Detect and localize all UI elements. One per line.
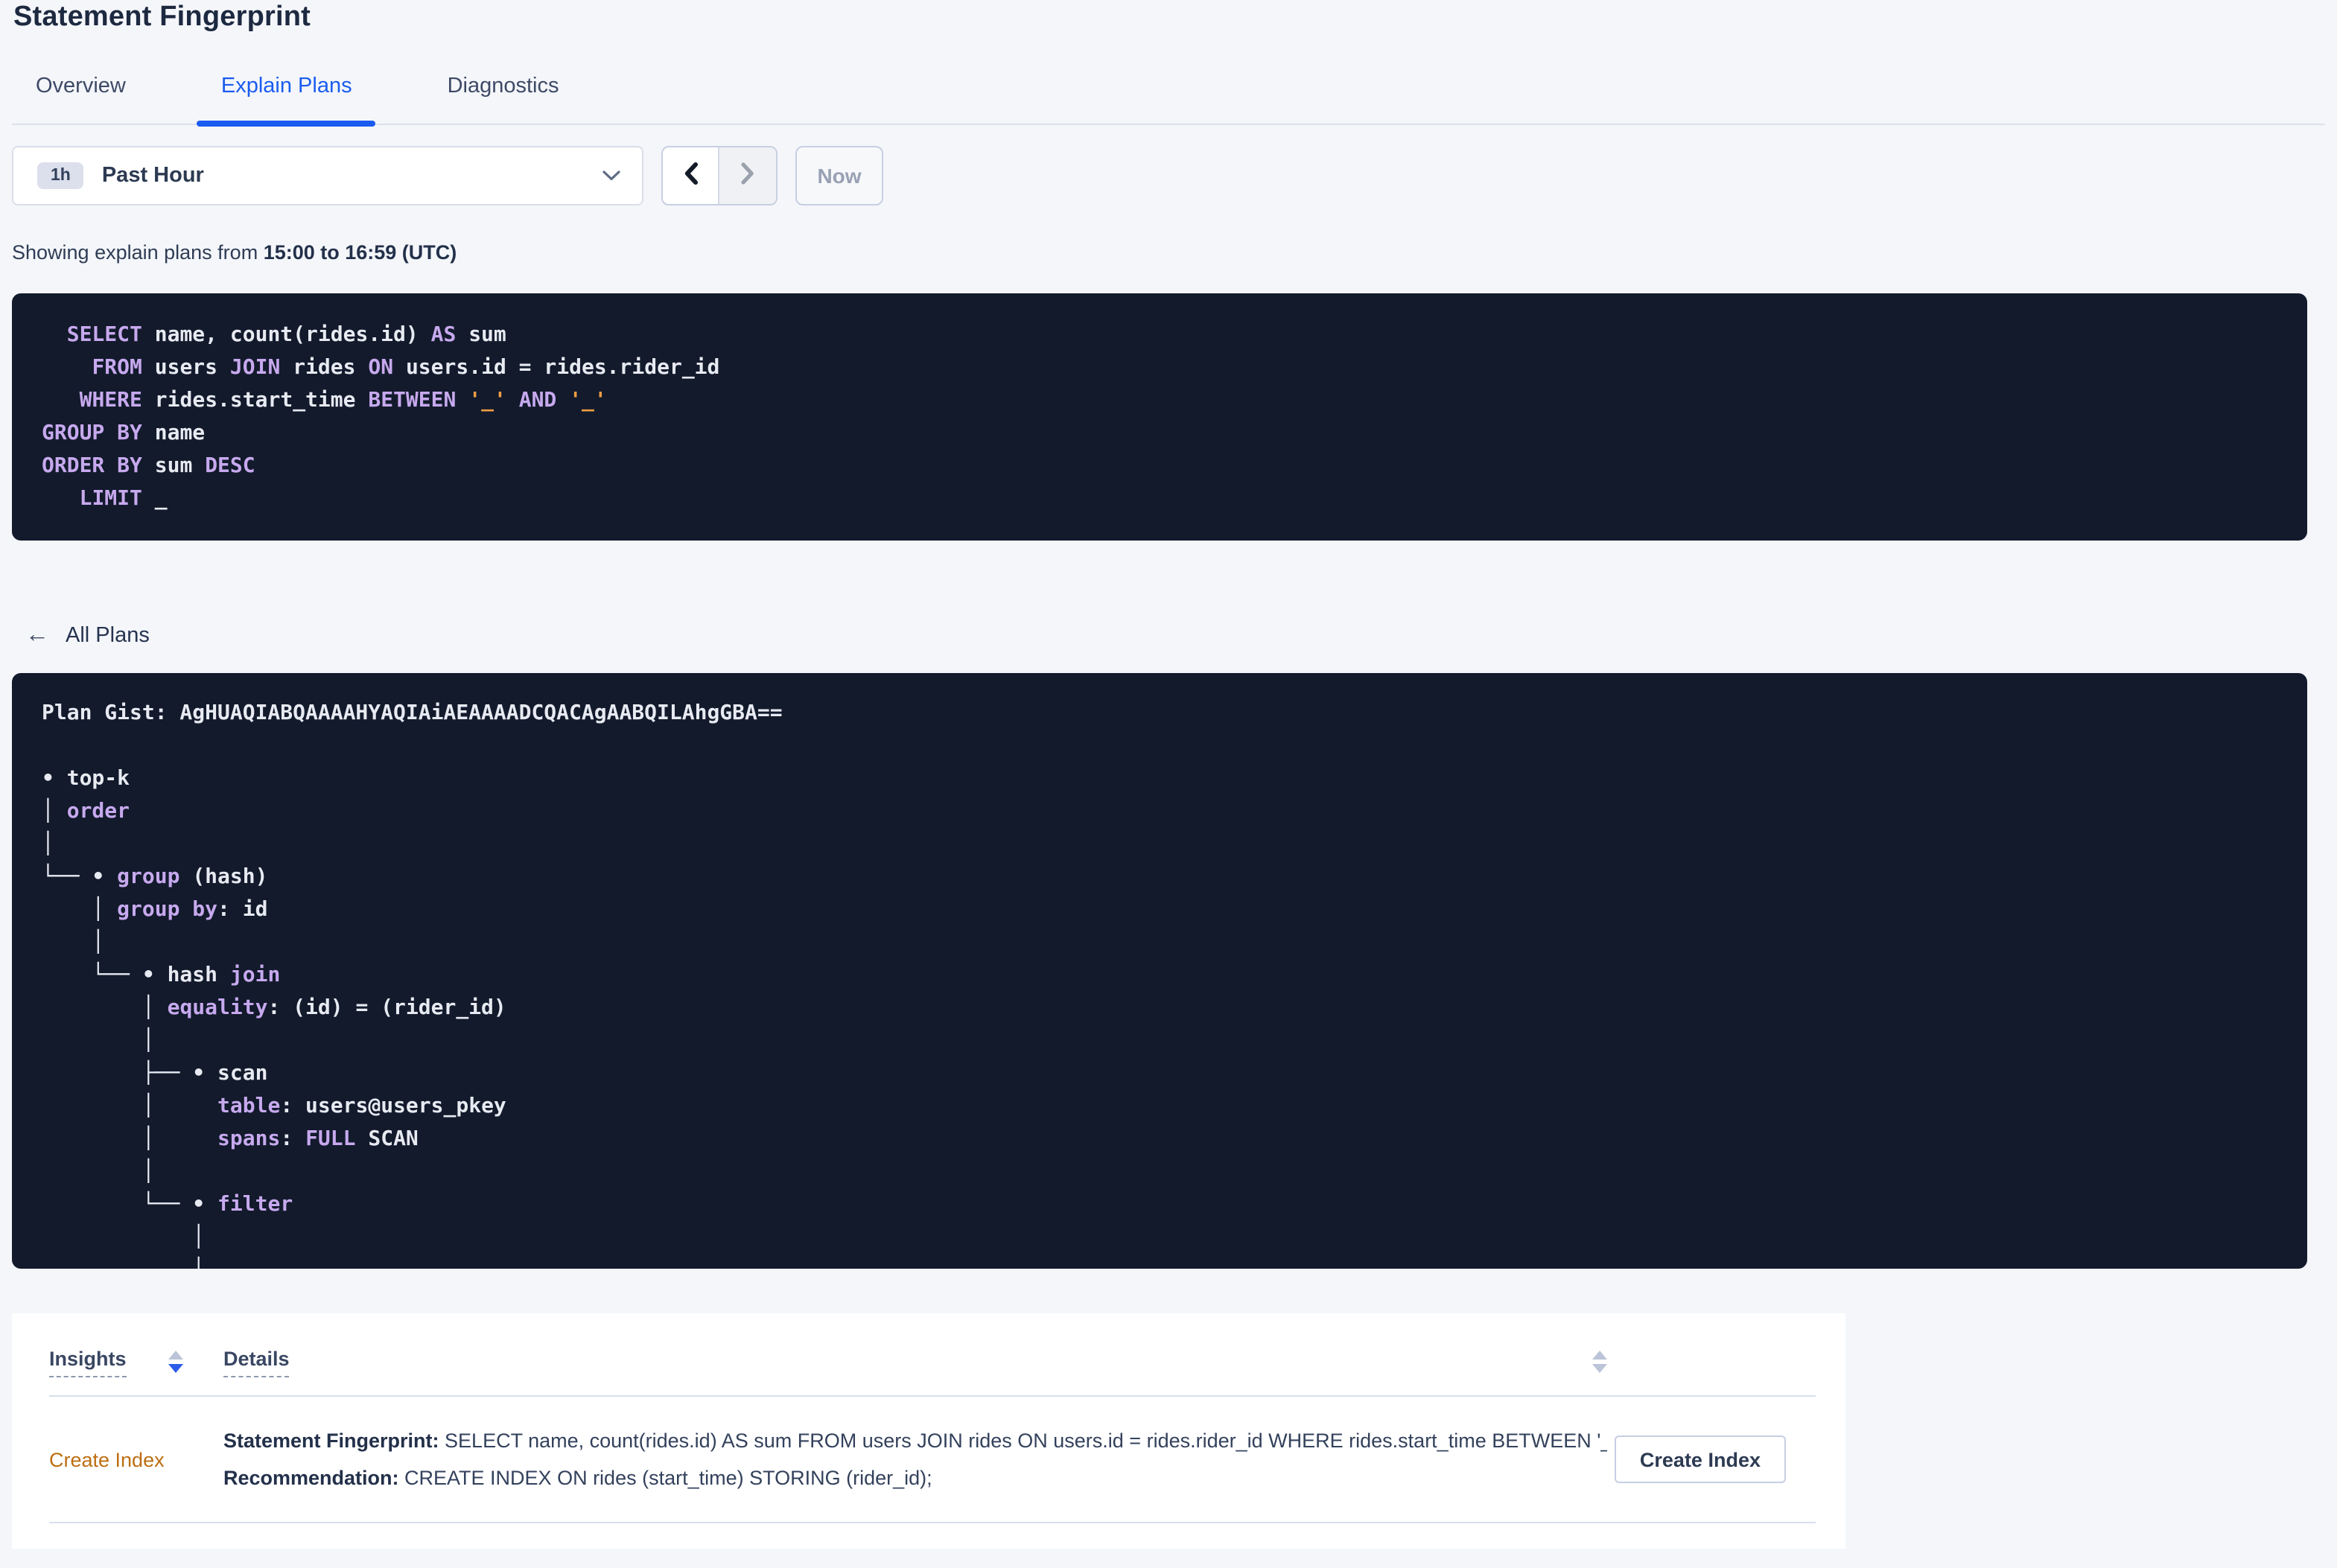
tab-explain-plans[interactable]: Explain Plans <box>197 73 376 127</box>
page-title: Statement Fingerprint <box>13 1 311 33</box>
sort-details-icon[interactable] <box>1592 1351 1607 1373</box>
chevron-down-icon <box>602 170 621 182</box>
chevron-right-icon <box>739 161 757 191</box>
chevron-left-icon <box>681 161 699 191</box>
now-button[interactable]: Now <box>795 146 883 205</box>
time-next-button[interactable] <box>719 147 776 204</box>
insight-recommendation: Recommendation: CREATE INDEX ON rides (s… <box>223 1467 932 1489</box>
column-header-details[interactable]: Details <box>223 1347 290 1377</box>
time-prev-button[interactable] <box>663 147 719 204</box>
time-window-caption: Showing explain plans from 15:00 to 16:5… <box>12 241 457 264</box>
tab-diagnostics[interactable]: Diagnostics <box>448 73 559 124</box>
plan-gist-panel: Plan Gist: AgHUAQIABQAAAAHYAQIAiAEAAAADC… <box>12 673 2307 1269</box>
all-plans-label: All Plans <box>66 624 150 648</box>
sort-insights-icon[interactable] <box>168 1351 183 1373</box>
statement-fingerprint-page: Statement Fingerprint Overview Explain P… <box>0 0 2337 1549</box>
tab-bar: Overview Explain Plans Diagnostics <box>12 73 2325 127</box>
time-step-control <box>661 146 778 205</box>
all-plans-link[interactable]: ← All Plans <box>12 622 2325 648</box>
tab-overview[interactable]: Overview <box>36 73 126 124</box>
time-range-select[interactable]: 1h Past Hour <box>12 146 643 205</box>
insights-card: Insights Details Create Index Statement … <box>12 1313 1845 1549</box>
statement-sql-code: SELECT name, count(rides.id) AS sum FROM… <box>42 323 720 511</box>
time-toolbar: 1h Past Hour Now <box>12 146 2325 205</box>
time-window-range: 15:00 to 16:59 (UTC) <box>263 241 457 264</box>
statement-sql-panel: SELECT name, count(rides.id) AS sum FROM… <box>12 293 2307 541</box>
arrow-left-icon: ← <box>25 622 49 648</box>
insight-type-link[interactable]: Create Index <box>49 1448 165 1470</box>
table-row: Create Index Statement Fingerprint: SELE… <box>49 1397 1816 1523</box>
plan-tree: Plan Gist: AgHUAQIABQAAAAHYAQIAiAEAAAADC… <box>42 701 783 1269</box>
insight-statement-fingerprint: Statement Fingerprint: SELECT name, coun… <box>223 1430 1607 1452</box>
time-range-badge: 1h <box>37 162 84 189</box>
create-index-button[interactable]: Create Index <box>1614 1435 1786 1483</box>
time-range-label: Past Hour <box>101 164 204 188</box>
insights-table-header: Insights Details <box>49 1313 1816 1397</box>
column-header-insights[interactable]: Insights <box>49 1347 127 1377</box>
insight-details: Statement Fingerprint: SELECT name, coun… <box>223 1422 1607 1497</box>
